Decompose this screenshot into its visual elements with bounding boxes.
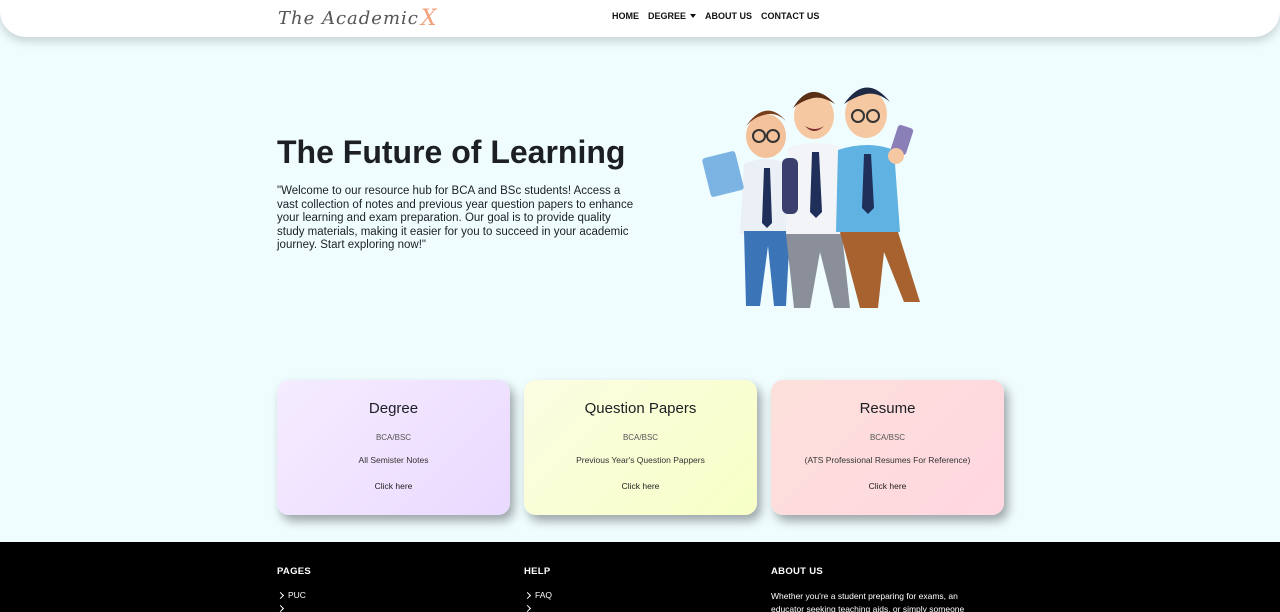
nav-link-home[interactable]: HOME bbox=[612, 11, 639, 21]
footer-link[interactable] bbox=[276, 604, 311, 612]
logo-text: The Academic bbox=[278, 7, 419, 29]
chevron-right-icon bbox=[276, 591, 285, 599]
card-degree[interactable]: Degree BCA/BSC All Semister Notes Click … bbox=[277, 380, 510, 515]
nav-link-about[interactable]: ABOUT US bbox=[705, 11, 752, 21]
caret-down-icon bbox=[690, 14, 697, 18]
footer-help-column: HELP FAQ bbox=[523, 566, 553, 612]
nav-link-degree[interactable]: DEGREE bbox=[648, 11, 697, 21]
card-description: All Semister Notes bbox=[358, 455, 429, 465]
footer-link-label: FAQ bbox=[535, 590, 553, 600]
card-link[interactable]: Click here bbox=[524, 481, 757, 491]
card-link[interactable]: Click here bbox=[771, 481, 1004, 491]
card-title: Question Papers bbox=[584, 400, 697, 417]
card-description: (ATS Professional Resumes For Reference) bbox=[804, 455, 971, 465]
navbar: The Academic X HOME DEGREE ABOUT US CONT… bbox=[0, 0, 1280, 37]
footer-about-column: ABOUT US Whether you're a student prepar… bbox=[771, 566, 991, 612]
footer-link[interactable] bbox=[523, 604, 552, 612]
footer-link[interactable]: PUC bbox=[276, 590, 311, 600]
footer-about-text: Whether you're a student preparing for e… bbox=[771, 591, 965, 612]
footer-heading: HELP bbox=[524, 566, 551, 577]
card-title: Resume bbox=[859, 400, 916, 417]
footer: PAGES PUC HELP FAQ ABOUT US Whether you'… bbox=[0, 542, 1280, 612]
hero-title: The Future of Learning bbox=[277, 134, 626, 170]
footer-heading: ABOUT US bbox=[771, 566, 824, 577]
logo-accent: X bbox=[420, 5, 438, 31]
card-subtitle: BCA/BSC bbox=[869, 433, 906, 442]
nav-menu: HOME DEGREE ABOUT US CONTACT US bbox=[612, 11, 819, 21]
chevron-right-icon bbox=[523, 604, 532, 612]
card-description: Previous Year's Question Pappers bbox=[576, 455, 705, 465]
nav-link-degree-label: DEGREE bbox=[648, 11, 687, 21]
site-logo[interactable]: The Academic X bbox=[278, 3, 438, 33]
chevron-right-icon bbox=[276, 604, 285, 612]
footer-heading: PAGES bbox=[277, 566, 312, 577]
card-title: Degree bbox=[368, 400, 419, 417]
footer-link[interactable]: FAQ bbox=[523, 590, 553, 600]
card-link[interactable]: Click here bbox=[277, 481, 510, 491]
footer-link-label: PUC bbox=[288, 590, 306, 600]
students-illustration bbox=[702, 87, 920, 308]
chevron-right-icon bbox=[523, 591, 532, 599]
card-resume[interactable]: Resume BCA/BSC (ATS Professional Resumes… bbox=[771, 380, 1004, 515]
footer-pages-column: PAGES PUC bbox=[276, 566, 312, 612]
hero-description: "Welcome to our resource hub for BCA and… bbox=[277, 185, 634, 252]
card-subtitle: BCA/BSC bbox=[622, 433, 659, 442]
card-subtitle: BCA/BSC bbox=[375, 433, 412, 442]
card-question-papers[interactable]: Question Papers BCA/BSC Previous Year's … bbox=[524, 380, 757, 515]
nav-link-contact[interactable]: CONTACT US bbox=[761, 11, 819, 21]
